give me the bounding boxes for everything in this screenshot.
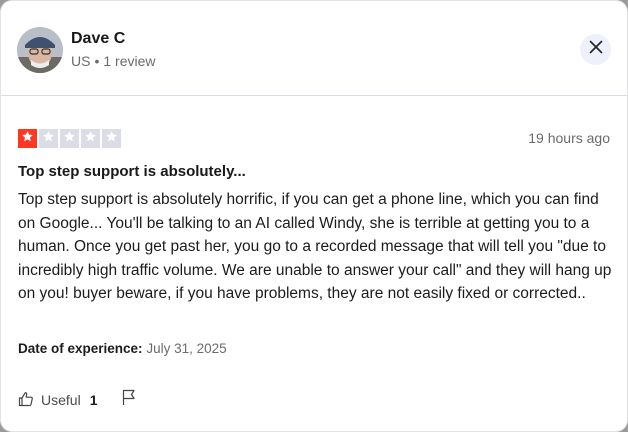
date-of-experience: Date of experience: July 31, 2025 bbox=[18, 341, 227, 356]
review-text: Top step support is absolutely horrific,… bbox=[18, 191, 612, 302]
experience-date: July 31, 2025 bbox=[146, 341, 227, 356]
star-filled bbox=[18, 129, 37, 148]
close-icon bbox=[589, 40, 603, 59]
star-icon bbox=[84, 130, 97, 148]
thumbs-up-icon bbox=[18, 391, 34, 410]
reviewer-meta: US • 1 review bbox=[71, 53, 156, 69]
review-header: Dave C US • 1 review bbox=[1, 1, 627, 96]
star-empty bbox=[102, 129, 121, 148]
close-button[interactable] bbox=[580, 34, 611, 65]
star-empty bbox=[60, 129, 79, 148]
reviewer-country: US bbox=[71, 53, 91, 69]
star-empty bbox=[39, 129, 58, 148]
review-actions: Useful 1 bbox=[18, 389, 137, 411]
avatar bbox=[17, 27, 63, 73]
reviewer-name[interactable]: Dave C bbox=[71, 30, 125, 48]
meta-separator: • bbox=[94, 53, 100, 69]
star-icon bbox=[42, 130, 55, 148]
review-card: Dave C US • 1 review 19 hours ago Top step… bbox=[0, 0, 628, 432]
review-time-ago: 19 hours ago bbox=[528, 130, 610, 146]
star-icon bbox=[63, 130, 76, 148]
flag-icon bbox=[121, 389, 137, 411]
reviewer-review-count: 1 review bbox=[103, 53, 156, 69]
useful-button[interactable]: Useful 1 bbox=[18, 391, 97, 410]
review-title: Top step support is absolutely... bbox=[18, 163, 246, 180]
experience-label: Date of experience: bbox=[18, 341, 143, 356]
star-empty bbox=[81, 129, 100, 148]
useful-count: 1 bbox=[89, 392, 98, 408]
useful-label: Useful bbox=[41, 392, 81, 408]
star-rating bbox=[18, 129, 121, 148]
star-icon bbox=[21, 130, 34, 148]
report-button[interactable] bbox=[121, 389, 137, 411]
star-icon bbox=[105, 130, 118, 148]
